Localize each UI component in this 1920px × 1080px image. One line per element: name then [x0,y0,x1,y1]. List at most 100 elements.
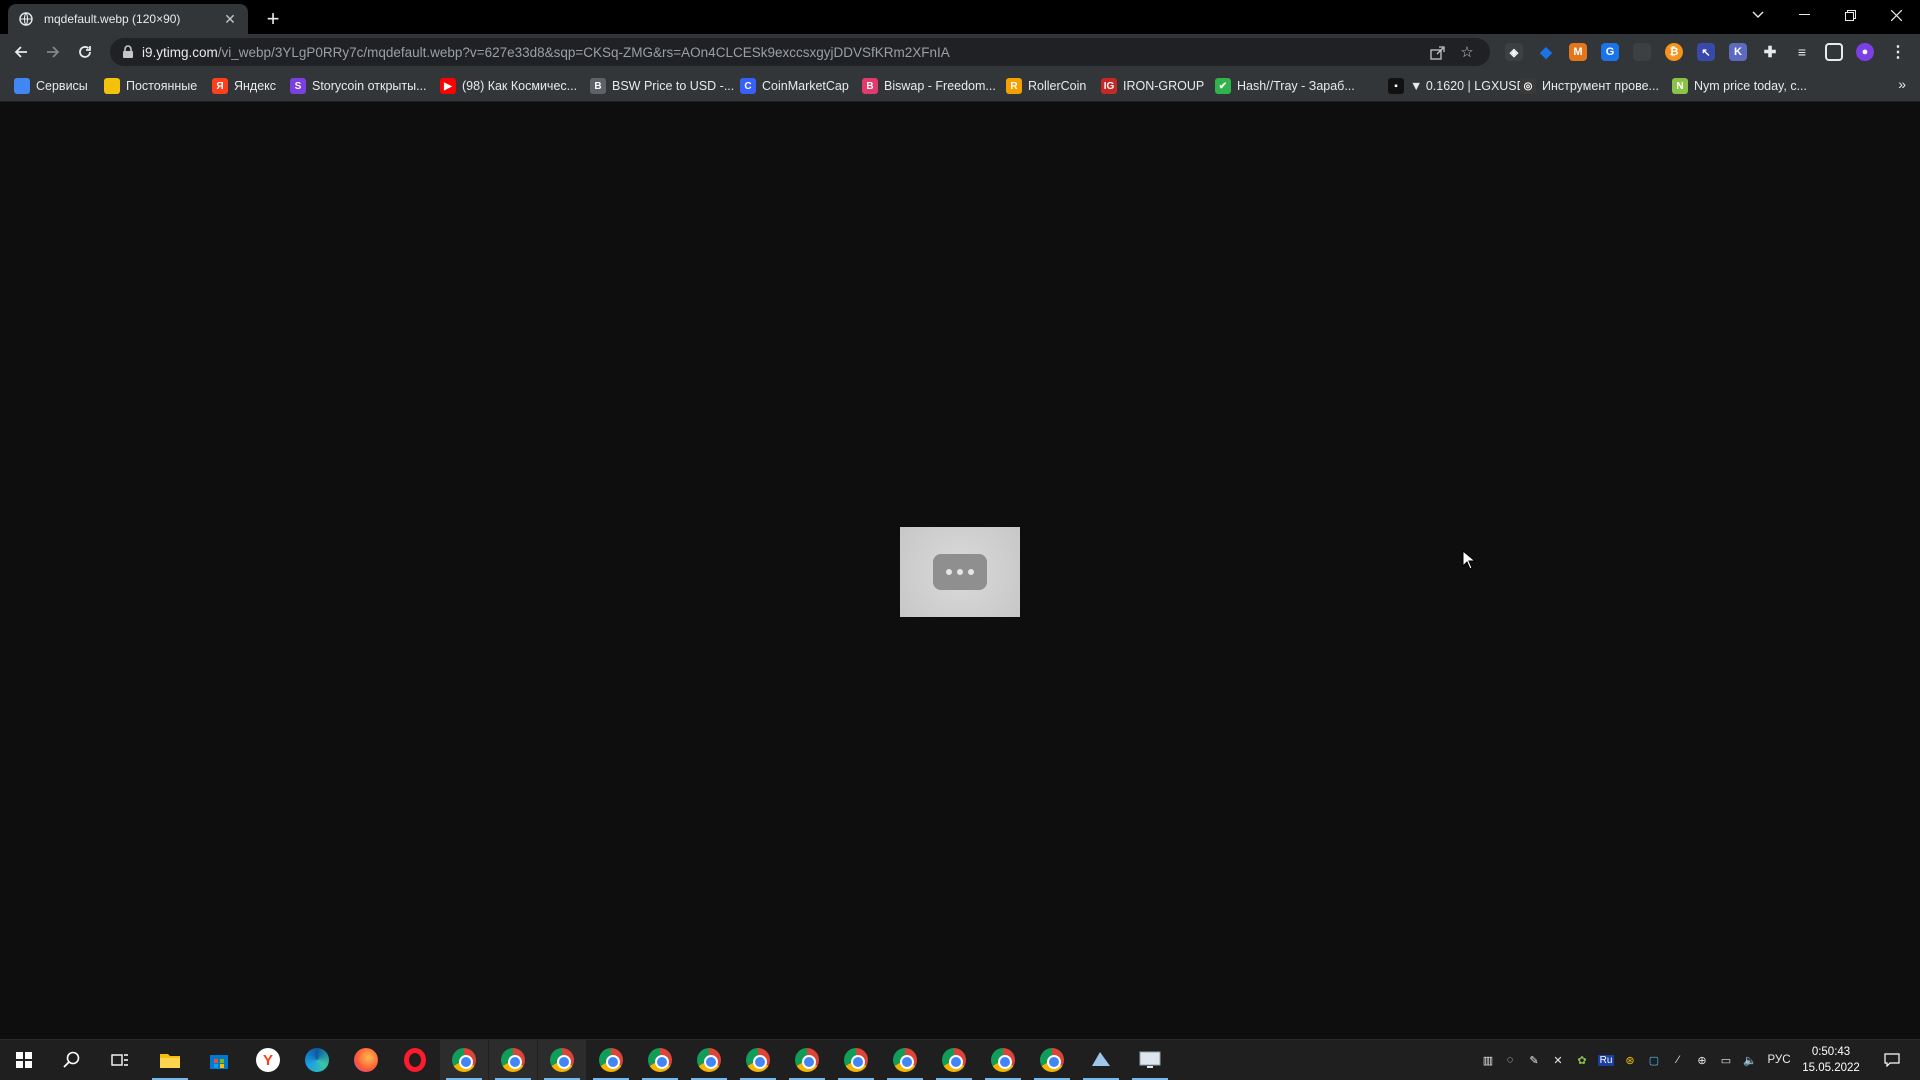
hashtray-icon: ✔ [1215,78,1231,94]
tab-active[interactable]: mqdefault.webp (120×90) ✕ [8,4,248,34]
app-window-icon[interactable] [1077,1040,1125,1080]
apps-grid-icon [14,78,30,94]
bookmark-label: Постоянные [126,79,198,93]
system-clock[interactable]: 0:50:43 15.05.2022 [1796,1044,1866,1076]
reload-button[interactable] [72,39,98,65]
bookmark-item[interactable]: N Nym price today, c... [1672,76,1807,96]
bookmark-item[interactable]: B Biswap - Freedom... [862,76,996,96]
tray-ru-icon[interactable]: Ru [1596,1040,1616,1080]
chrome-icon [844,1048,868,1072]
chrome-window-8[interactable] [783,1040,831,1080]
menu-kebab-icon[interactable]: ⋮ [1889,43,1907,61]
bookmark-item[interactable]: Сервисы [14,76,88,96]
bookmark-label: RollerCoin [1028,79,1087,93]
tab-search-icon[interactable] [1735,0,1781,30]
new-tab-button[interactable]: + [260,6,286,32]
tool-icon: ◎ [1520,78,1536,94]
chrome-window-7[interactable] [734,1040,782,1080]
minimize-button[interactable] [1781,0,1827,30]
chrome-icon [452,1048,476,1072]
tray-hidden-icon[interactable]: ◌ [1500,1040,1520,1080]
tray-feather-icon[interactable]: ⁄ [1668,1040,1688,1080]
chrome-icon [648,1048,672,1072]
chrome-window-13[interactable] [1028,1040,1076,1080]
k-extension-icon[interactable]: K [1729,43,1747,61]
forward-button[interactable] [40,39,66,65]
bookmarks-overflow-icon[interactable]: » [1898,76,1906,92]
chrome-window-9[interactable] [832,1040,880,1080]
bookmark-item[interactable]: Постоянные [104,76,197,96]
tray-notes-icon[interactable]: ▥ [1478,1040,1498,1080]
chrome-window-10[interactable] [881,1040,929,1080]
firefox-icon[interactable] [342,1040,390,1080]
shield-extension-icon[interactable]: ◈ [1505,43,1523,61]
chrome-icon [893,1048,917,1072]
yandex-browser-icon[interactable]: Y [244,1040,292,1080]
chrome-window-6[interactable] [685,1040,733,1080]
chrome-icon [501,1048,525,1072]
bookmark-item[interactable]: ◎ Инструмент прове... [1520,76,1659,96]
chrome-window-12[interactable] [979,1040,1027,1080]
nym-icon: N [1672,78,1688,94]
tab-close-icon[interactable]: ✕ [222,11,238,27]
tray-shrimp-icon[interactable]: ✿ [1572,1040,1592,1080]
side-panel-icon[interactable] [1825,43,1843,61]
microsoft-store-icon[interactable] [195,1040,243,1080]
metamask-extension-icon[interactable]: M [1569,43,1587,61]
bookmark-item[interactable]: C CoinMarketCap [740,76,849,96]
coin-extension-icon[interactable]: ₿ [1665,43,1683,61]
bookmark-item[interactable]: B BSW Price to USD -... [590,76,734,96]
restore-button[interactable] [1827,0,1873,30]
chrome-window-4[interactable] [587,1040,635,1080]
bookmark-item[interactable]: ▪ ▼ 0.1620 | LGXUSD... [1388,76,1536,96]
task-view-icon[interactable] [96,1040,144,1080]
back-button[interactable] [8,39,34,65]
bookmark-label: Hash//Tray - Зараб... [1237,79,1355,93]
bookmark-item[interactable]: IG IRON-GROUP [1101,76,1204,96]
media-control-icon[interactable]: ≡ [1793,43,1811,61]
chrome-window-1[interactable] [440,1040,488,1080]
chrome-window-11[interactable] [930,1040,978,1080]
search-icon[interactable] [48,1040,96,1080]
browser-toolbar: i9.ytimg.com/vi_webp/3YLgP0RRy7c/mqdefau… [0,34,1920,70]
tray-security-icon[interactable]: ⊕ [1692,1040,1712,1080]
address-bar[interactable]: i9.ytimg.com/vi_webp/3YLgP0RRy7c/mqdefau… [110,38,1490,66]
tray-screenshot-icon[interactable]: ▢ [1644,1040,1664,1080]
share-icon[interactable] [1426,41,1448,63]
chrome-window-2[interactable] [489,1040,537,1080]
tray-app-icon[interactable]: ✎ [1524,1040,1544,1080]
remote-desktop-icon[interactable] [1126,1040,1174,1080]
profile-avatar-icon[interactable]: ● [1856,43,1874,61]
storycoin-icon: S [290,78,306,94]
notifications-icon[interactable] [1872,1040,1912,1080]
translate-extension-icon[interactable]: G [1601,43,1619,61]
chrome-icon [599,1048,623,1072]
close-window-button[interactable] [1873,0,1919,30]
bookmark-item[interactable]: ✔ Hash//Tray - Зараб... [1215,76,1355,96]
cursor-extension-icon[interactable]: ↖ [1697,43,1715,61]
lock-icon[interactable] [122,45,134,59]
biswap-icon: B [862,78,878,94]
diamond-extension-icon[interactable]: ◆ [1537,43,1555,61]
chrome-window-3[interactable] [538,1040,586,1080]
chrome-window-5[interactable] [636,1040,684,1080]
network-icon[interactable]: ▭ [1716,1040,1736,1080]
volume-icon[interactable]: 🔈 [1740,1040,1760,1080]
file-explorer-icon[interactable] [146,1040,194,1080]
bookmark-item[interactable]: R RollerCoin [1006,76,1086,96]
bookmark-item[interactable]: ▶ (98) Как Космичес... [440,76,577,96]
webp-image-preview[interactable] [900,527,1020,617]
opera-icon[interactable] [391,1040,439,1080]
edge-icon[interactable] [293,1040,341,1080]
language-indicator[interactable]: РУС [1764,1040,1794,1080]
bookmark-star-icon[interactable]: ☆ [1456,41,1478,63]
bookmark-item[interactable]: Я Яндекс [212,76,276,96]
bookmark-item[interactable]: S Storycoin открыты... [290,76,427,96]
start-button[interactable] [0,1040,48,1080]
tray-tools-icon[interactable]: ✕ [1548,1040,1568,1080]
puzzle-extensions-icon[interactable]: ✚ [1761,43,1779,61]
url-text[interactable]: i9.ytimg.com/vi_webp/3YLgP0RRy7c/mqdefau… [142,45,1418,60]
dot [957,569,963,575]
blank-extension-icon[interactable] [1633,43,1651,61]
tray-coin-icon[interactable]: ⊛ [1620,1040,1640,1080]
